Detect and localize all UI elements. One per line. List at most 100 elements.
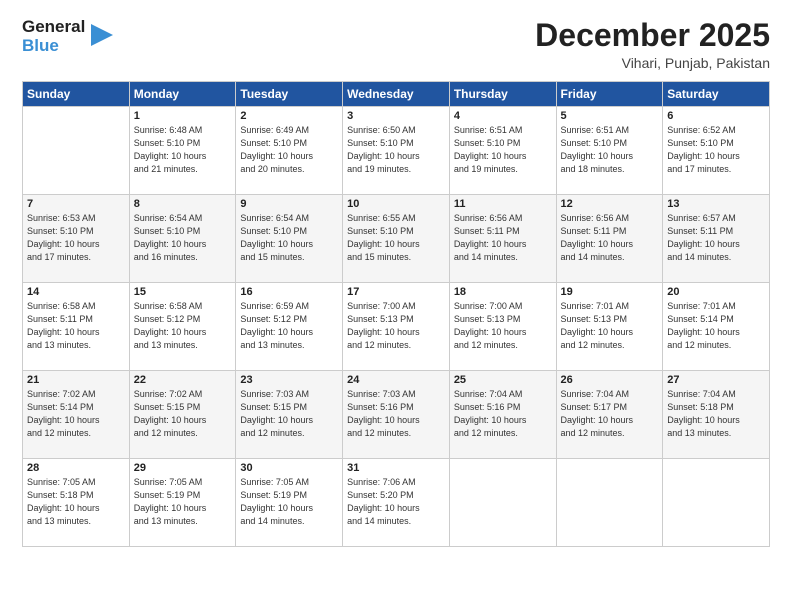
cell-w2-d4: 18Sunrise: 7:00 AM Sunset: 5:13 PM Dayli… [449,283,556,371]
day-info: Sunrise: 6:52 AM Sunset: 5:10 PM Dayligh… [667,124,765,176]
cell-w2-d5: 19 Sunrise: 7:01 AM Sunset: 5:13 PM Dayli… [556,283,663,371]
day-number: 9 [240,198,338,210]
col-wednesday: Wednesday [343,82,450,107]
day-number: 13 [667,198,765,210]
day-info: Sunrise: 7:02 AM Sunset: 5:15 PM Dayligh… [134,388,232,440]
day-number: 11 [454,198,552,210]
day-info: Sunrise: 6:54 AM Sunset: 5:10 PM Dayligh… [134,212,232,264]
cell-w0-d0 [23,107,130,195]
cell-w4-d0: 28 Sunrise: 7:05 AM Sunset: 5:18 PM Dayli… [23,459,130,547]
page: General Blue December 2025 Vihari, Punja… [0,0,792,612]
cell-w3-d2: 23 Sunrise: 7:03 AM Sunset: 5:15 PM Dayli… [236,371,343,459]
day-number: 25 [454,374,552,386]
day-number: 1 [134,110,232,122]
cell-w3-d6: 27Sunrise: 7:04 AM Sunset: 5:18 PM Dayli… [663,371,770,459]
day-number: 5 [561,110,659,122]
col-thursday: Thursday [449,82,556,107]
cell-w0-d2: 2Sunrise: 6:49 AM Sunset: 5:10 PM Daylig… [236,107,343,195]
cell-w1-d6: 13 Sunrise: 6:57 AM Sunset: 5:11 PM Dayli… [663,195,770,283]
cell-w3-d1: 22 Sunrise: 7:02 AM Sunset: 5:15 PM Dayli… [129,371,236,459]
day-info: Sunrise: 6:58 AM Sunset: 5:12 PM Dayligh… [134,300,232,352]
day-number: 30 [240,462,338,474]
day-info: Sunrise: 7:01 AM Sunset: 5:13 PM Dayligh… [561,300,659,352]
cell-w0-d5: 5 Sunrise: 6:51 AM Sunset: 5:10 PM Daylig… [556,107,663,195]
week-row-4: 28 Sunrise: 7:05 AM Sunset: 5:18 PM Dayli… [23,459,770,547]
cell-w2-d1: 15 Sunrise: 6:58 AM Sunset: 5:12 PM Dayli… [129,283,236,371]
day-info: Sunrise: 6:53 AM Sunset: 5:10 PM Dayligh… [27,212,125,264]
day-info: Sunrise: 6:51 AM Sunset: 5:10 PM Dayligh… [561,124,659,176]
cell-w2-d3: 17Sunrise: 7:00 AM Sunset: 5:13 PM Dayli… [343,283,450,371]
cell-w2-d0: 14Sunrise: 6:58 AM Sunset: 5:11 PM Dayli… [23,283,130,371]
calendar-table: Sunday Monday Tuesday Wednesday Thursday… [22,81,770,547]
logo: General Blue [22,18,113,55]
title-block: December 2025 Vihari, Punjab, Pakistan [535,18,770,71]
cell-w0-d1: 1Sunrise: 6:48 AM Sunset: 5:10 PM Daylig… [129,107,236,195]
week-row-0: 1Sunrise: 6:48 AM Sunset: 5:10 PM Daylig… [23,107,770,195]
day-info: Sunrise: 7:03 AM Sunset: 5:16 PM Dayligh… [347,388,445,440]
main-title: December 2025 [535,18,770,53]
day-info: Sunrise: 6:59 AM Sunset: 5:12 PM Dayligh… [240,300,338,352]
logo-blue: Blue [22,37,59,56]
day-number: 20 [667,286,765,298]
day-number: 16 [240,286,338,298]
day-info: Sunrise: 7:04 AM Sunset: 5:17 PM Dayligh… [561,388,659,440]
day-info: Sunrise: 6:58 AM Sunset: 5:11 PM Dayligh… [27,300,125,352]
header: General Blue December 2025 Vihari, Punja… [22,18,770,71]
day-number: 29 [134,462,232,474]
cell-w2-d6: 20Sunrise: 7:01 AM Sunset: 5:14 PM Dayli… [663,283,770,371]
cell-w4-d3: 31Sunrise: 7:06 AM Sunset: 5:20 PM Dayli… [343,459,450,547]
cell-w1-d1: 8Sunrise: 6:54 AM Sunset: 5:10 PM Daylig… [129,195,236,283]
cell-w3-d0: 21Sunrise: 7:02 AM Sunset: 5:14 PM Dayli… [23,371,130,459]
day-number: 26 [561,374,659,386]
day-info: Sunrise: 6:54 AM Sunset: 5:10 PM Dayligh… [240,212,338,264]
day-number: 7 [27,198,125,210]
day-info: Sunrise: 7:03 AM Sunset: 5:15 PM Dayligh… [240,388,338,440]
week-row-1: 7 Sunrise: 6:53 AM Sunset: 5:10 PM Daylig… [23,195,770,283]
cell-w1-d4: 11 Sunrise: 6:56 AM Sunset: 5:11 PM Dayli… [449,195,556,283]
day-info: Sunrise: 7:04 AM Sunset: 5:18 PM Dayligh… [667,388,765,440]
cell-w1-d3: 10Sunrise: 6:55 AM Sunset: 5:10 PM Dayli… [343,195,450,283]
cell-w4-d6 [663,459,770,547]
col-sunday: Sunday [23,82,130,107]
day-info: Sunrise: 6:57 AM Sunset: 5:11 PM Dayligh… [667,212,765,264]
cell-w0-d3: 3Sunrise: 6:50 AM Sunset: 5:10 PM Daylig… [343,107,450,195]
day-number: 12 [561,198,659,210]
cell-w4-d2: 30Sunrise: 7:05 AM Sunset: 5:19 PM Dayli… [236,459,343,547]
day-info: Sunrise: 7:06 AM Sunset: 5:20 PM Dayligh… [347,476,445,528]
cell-w1-d0: 7 Sunrise: 6:53 AM Sunset: 5:10 PM Daylig… [23,195,130,283]
day-number: 3 [347,110,445,122]
day-number: 10 [347,198,445,210]
header-row: Sunday Monday Tuesday Wednesday Thursday… [23,82,770,107]
day-number: 18 [454,286,552,298]
cell-w1-d2: 9 Sunrise: 6:54 AM Sunset: 5:10 PM Daylig… [236,195,343,283]
day-number: 24 [347,374,445,386]
day-number: 15 [134,286,232,298]
cell-w3-d4: 25 Sunrise: 7:04 AM Sunset: 5:16 PM Dayli… [449,371,556,459]
cell-w4-d5 [556,459,663,547]
day-info: Sunrise: 6:51 AM Sunset: 5:10 PM Dayligh… [454,124,552,176]
cell-w4-d1: 29Sunrise: 7:05 AM Sunset: 5:19 PM Dayli… [129,459,236,547]
col-friday: Friday [556,82,663,107]
cell-w2-d2: 16 Sunrise: 6:59 AM Sunset: 5:12 PM Dayli… [236,283,343,371]
day-number: 21 [27,374,125,386]
week-row-2: 14Sunrise: 6:58 AM Sunset: 5:11 PM Dayli… [23,283,770,371]
day-number: 4 [454,110,552,122]
day-info: Sunrise: 6:49 AM Sunset: 5:10 PM Dayligh… [240,124,338,176]
day-number: 22 [134,374,232,386]
day-info: Sunrise: 7:04 AM Sunset: 5:16 PM Dayligh… [454,388,552,440]
cell-w0-d6: 6Sunrise: 6:52 AM Sunset: 5:10 PM Daylig… [663,107,770,195]
cell-w0-d4: 4 Sunrise: 6:51 AM Sunset: 5:10 PM Daylig… [449,107,556,195]
day-info: Sunrise: 6:56 AM Sunset: 5:11 PM Dayligh… [561,212,659,264]
day-info: Sunrise: 7:05 AM Sunset: 5:18 PM Dayligh… [27,476,125,528]
logo-general: General [22,18,85,37]
day-number: 28 [27,462,125,474]
day-number: 19 [561,286,659,298]
cell-w4-d4 [449,459,556,547]
day-number: 23 [240,374,338,386]
col-saturday: Saturday [663,82,770,107]
day-info: Sunrise: 7:00 AM Sunset: 5:13 PM Dayligh… [347,300,445,352]
week-row-3: 21Sunrise: 7:02 AM Sunset: 5:14 PM Dayli… [23,371,770,459]
col-monday: Monday [129,82,236,107]
sub-title: Vihari, Punjab, Pakistan [535,55,770,71]
day-info: Sunrise: 6:56 AM Sunset: 5:11 PM Dayligh… [454,212,552,264]
